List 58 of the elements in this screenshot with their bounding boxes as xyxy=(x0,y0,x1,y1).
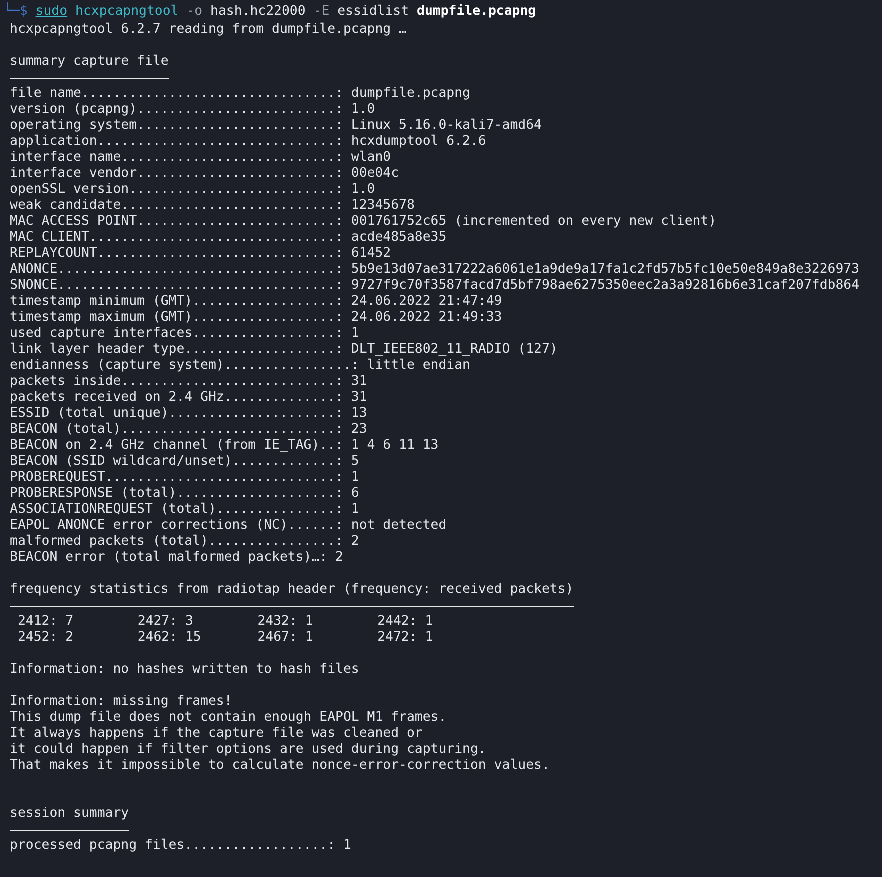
output-line: MAC CLIENT...............................: acde485a8e35 xyxy=(10,230,448,246)
output-line: This dump file does not contain enough EAPOL M1 frames. xyxy=(10,710,448,726)
output-line: interface name...........................: wlan0 xyxy=(10,150,392,166)
output-line: weak candidate...........................: 12345678 xyxy=(10,198,416,214)
output-line: BEACON error (total malformed packets)…: 2 xyxy=(10,550,344,566)
output-line: malformed packets (total)................: 2 xyxy=(10,534,360,550)
output-line: Information: no hashes written to hash files xyxy=(10,662,360,678)
output-line: BEACON (total)...........................: 23 xyxy=(10,422,368,438)
output-line: ASSOCIATIONREQUEST (total)...............: 1 xyxy=(10,502,360,518)
output-line: endianness (capture system)................: little endian xyxy=(10,358,472,374)
section-heading: summary capture file xyxy=(10,54,170,70)
output-line: ESSID (total unique).....................: 13 xyxy=(10,406,368,422)
output-line: SNONCE...................................: 9727f9c70f3587facd7d5bf798ae6275350eec2a3a92816b6e31caf207fdb864 xyxy=(10,278,861,294)
output-line: timestamp maximum (GMT)..................: 24.06.2022 21:49:33 xyxy=(10,310,504,326)
command-name: hcxpcapngtool xyxy=(76,3,179,21)
output-line: That makes it impossible to calculate nonce-error-correction values. xyxy=(10,758,551,774)
output-line: packets inside...........................: 31 xyxy=(10,374,368,390)
output-line: link layer header type...................: DLT_IEEE802_11_RADIO (127) xyxy=(10,342,559,358)
output-line: interface vendor.........................: 00e04c xyxy=(10,166,400,182)
output-line: ANONCE...................................: 5b9e13d07ae317222a6061e1a9de9a17fa1c2fd57b5fc10e50e849a8e3226973 xyxy=(10,262,861,278)
output-line: BEACON (SSID wildcard/unset).............: 5 xyxy=(10,454,360,470)
option-text: -E xyxy=(314,3,330,21)
output-line: REPLAYCOUNT..............................: 61452 xyxy=(10,246,392,262)
section-heading: session summary xyxy=(10,806,130,822)
table-cell-text: 2467: 1 xyxy=(258,630,314,646)
table-cell-text: 2432: 1 xyxy=(258,614,314,630)
table-cell-text: 2442: 1 xyxy=(378,614,434,630)
prompt-symbol: $ xyxy=(20,4,28,21)
output-line: MAC ACCESS POINT.........................: 001761752c65 (incremented on every new client) xyxy=(10,214,718,230)
output-line: version (pcapng).........................: 1.0 xyxy=(10,102,376,118)
command-argument: hash.hc22000 xyxy=(210,3,306,21)
output-line: application..............................: hcxdumptool 6.2.6 xyxy=(10,134,488,150)
section-heading: frequency statistics from radiotap header (frequency: received packets) xyxy=(10,582,575,598)
table-cell-text: 2472: 1 xyxy=(378,630,434,646)
output-line: used capture interfaces..................: 1 xyxy=(10,326,360,342)
output-line: EAPOL ANONCE error corrections (NC)......: not detected xyxy=(10,518,448,534)
sudo-command: sudo xyxy=(36,3,68,21)
output-line: timestamp minimum (GMT)..................: 24.06.2022 21:47:49 xyxy=(10,294,504,310)
output-line: packets received on 2.4 GHz..............: 31 xyxy=(10,390,368,406)
option-text: -o xyxy=(186,3,203,21)
output-line: PROBEREQUEST.............................: 1 xyxy=(10,470,360,486)
output-line: file name................................: dumpfile.pcapng xyxy=(10,86,472,102)
output-line: it could happen if filter options are used during capturing. xyxy=(10,742,488,758)
table-cell-text: 2452: 2 xyxy=(18,630,75,646)
output-line: hcxpcapngtool 6.2.7 reading from dumpfile.pcapng … xyxy=(10,22,408,38)
output-line: Information: missing frames! xyxy=(10,694,234,710)
command-argument: essidlist xyxy=(338,3,410,21)
prompt-corner: └─ xyxy=(4,2,20,21)
table-cell-text: 2462: 15 xyxy=(138,630,202,646)
table-cell-text: 2427: 3 xyxy=(138,614,194,630)
table-cell-text: 2412: 7 xyxy=(18,614,75,630)
command-argument: dumpfile.pcapng xyxy=(417,3,536,21)
output-line: It always happens if the capture file was cleaned or xyxy=(10,726,424,742)
output-line: PROBERESPONSE (total)....................: 6 xyxy=(10,486,360,502)
output-line: operating system.........................: Linux 5.16.0-kali7-amd64 xyxy=(10,118,543,134)
output-line: BEACON on 2.4 GHz channel (from IE_TAG)..: 1 4 6 11 13 xyxy=(10,438,440,454)
output-line: openSSL version..........................: 1.0 xyxy=(10,182,376,198)
output-line: processed pcapng files..................: 1 xyxy=(10,838,352,854)
